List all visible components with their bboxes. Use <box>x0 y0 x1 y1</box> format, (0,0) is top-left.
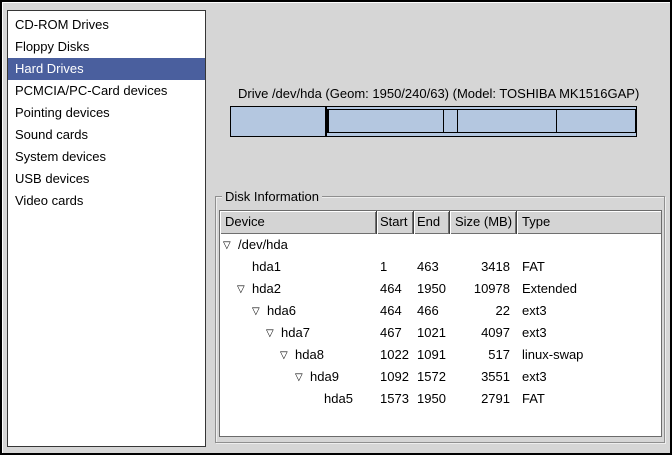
sidebar-item-cd-rom-drives[interactable]: CD-ROM Drives <box>8 14 205 36</box>
size-cell: 4097 <box>450 322 517 344</box>
table-row-dev-hda[interactable]: ▽/dev/hda <box>220 234 661 256</box>
expander-open-icon[interactable]: ▽ <box>237 279 252 300</box>
size-cell: 10978 <box>450 278 517 300</box>
end-cell <box>414 234 450 256</box>
sidebar-item-pcmcia-pc-card-devices[interactable]: PCMCIA/PC-Card devices <box>8 80 205 102</box>
bar-segment-hda2-extended <box>327 109 636 133</box>
size-cell: 22 <box>450 300 517 322</box>
table-row-hda8[interactable]: ▽hda810221091517linux-swap <box>220 344 661 366</box>
bar-segment-hda1 <box>231 107 327 136</box>
table-row-hda5[interactable]: hda5157319502791FAT <box>220 388 661 410</box>
bar-segment-hda9 <box>458 110 557 132</box>
device-cell: hda5 <box>220 388 377 410</box>
drive-partition-bar <box>230 106 637 137</box>
type-cell: ext3 <box>517 300 661 322</box>
start-cell: 1022 <box>377 344 414 366</box>
start-cell: 1573 <box>377 388 414 410</box>
table-row-hda1[interactable]: hda114633418FAT <box>220 256 661 278</box>
device-cell: ▽hda6 <box>220 300 377 322</box>
size-cell: 517 <box>450 344 517 366</box>
end-cell: 1950 <box>414 278 450 300</box>
device-cell: hda1 <box>220 256 377 278</box>
sidebar-item-hard-drives[interactable]: Hard Drives <box>8 58 205 80</box>
start-cell: 464 <box>377 278 414 300</box>
disk-information-label: Disk Information <box>222 189 322 204</box>
column-header-end[interactable]: End <box>414 211 450 234</box>
size-cell <box>450 234 517 256</box>
table-row-hda6[interactable]: ▽hda646446622ext3 <box>220 300 661 322</box>
bar-segment-hda5 <box>557 110 635 132</box>
device-cell: ▽hda8 <box>220 344 377 366</box>
end-cell: 1021 <box>414 322 450 344</box>
device-category-list: CD-ROM DrivesFloppy DisksHard DrivesPCMC… <box>7 10 206 447</box>
sidebar-item-pointing-devices[interactable]: Pointing devices <box>8 102 205 124</box>
start-cell: 1 <box>377 256 414 278</box>
sidebar-item-video-cards[interactable]: Video cards <box>8 190 205 212</box>
size-cell: 3418 <box>450 256 517 278</box>
sidebar-item-sound-cards[interactable]: Sound cards <box>8 124 205 146</box>
sidebar-item-system-devices[interactable]: System devices <box>8 146 205 168</box>
column-header-device[interactable]: Device <box>220 211 377 234</box>
size-cell: 2791 <box>450 388 517 410</box>
end-cell: 463 <box>414 256 450 278</box>
sidebar-item-usb-devices[interactable]: USB devices <box>8 168 205 190</box>
table-row-hda7[interactable]: ▽hda746710214097ext3 <box>220 322 661 344</box>
type-cell: FAT <box>517 256 661 278</box>
table-row-hda9[interactable]: ▽hda9109215723551ext3 <box>220 366 661 388</box>
device-cell: ▽hda7 <box>220 322 377 344</box>
partition-table-body: ▽/dev/hdahda114633418FAT▽hda246419501097… <box>220 234 661 410</box>
type-cell: FAT <box>517 388 661 410</box>
type-cell: ext3 <box>517 366 661 388</box>
start-cell <box>377 234 414 256</box>
disk-information-frame: Disk Information DeviceStartEndSize (MB)… <box>215 196 665 443</box>
hardware-browser-window: CD-ROM DrivesFloppy DisksHard DrivesPCMC… <box>0 0 672 455</box>
expander-open-icon[interactable]: ▽ <box>295 367 310 388</box>
expander-open-icon[interactable]: ▽ <box>266 323 281 344</box>
drive-title: Drive /dev/hda (Geom: 1950/240/63) (Mode… <box>238 86 639 101</box>
start-cell: 467 <box>377 322 414 344</box>
end-cell: 466 <box>414 300 450 322</box>
bar-segment-hda7 <box>329 110 443 132</box>
expander-open-icon[interactable]: ▽ <box>252 301 267 322</box>
expander-open-icon[interactable]: ▽ <box>223 235 238 256</box>
end-cell: 1950 <box>414 388 450 410</box>
partition-table: DeviceStartEndSize (MB)Type ▽/dev/hdahda… <box>219 210 662 437</box>
column-header-start[interactable]: Start <box>377 211 414 234</box>
device-cell: ▽/dev/hda <box>220 234 377 256</box>
bar-segment-hda8 <box>444 110 458 132</box>
sidebar-item-floppy-disks[interactable]: Floppy Disks <box>8 36 205 58</box>
end-cell: 1572 <box>414 366 450 388</box>
table-row-hda2[interactable]: ▽hda2464195010978Extended <box>220 278 661 300</box>
size-cell: 3551 <box>450 366 517 388</box>
expander-open-icon[interactable]: ▽ <box>280 345 295 366</box>
type-cell: linux-swap <box>517 344 661 366</box>
type-cell: Extended <box>517 278 661 300</box>
type-cell <box>517 234 661 256</box>
device-cell: ▽hda2 <box>220 278 377 300</box>
partition-table-header: DeviceStartEndSize (MB)Type <box>220 211 661 234</box>
start-cell: 1092 <box>377 366 414 388</box>
device-cell: ▽hda9 <box>220 366 377 388</box>
end-cell: 1091 <box>414 344 450 366</box>
start-cell: 464 <box>377 300 414 322</box>
column-header-size-mb[interactable]: Size (MB) <box>450 211 517 234</box>
column-header-type[interactable]: Type <box>517 211 661 234</box>
type-cell: ext3 <box>517 322 661 344</box>
